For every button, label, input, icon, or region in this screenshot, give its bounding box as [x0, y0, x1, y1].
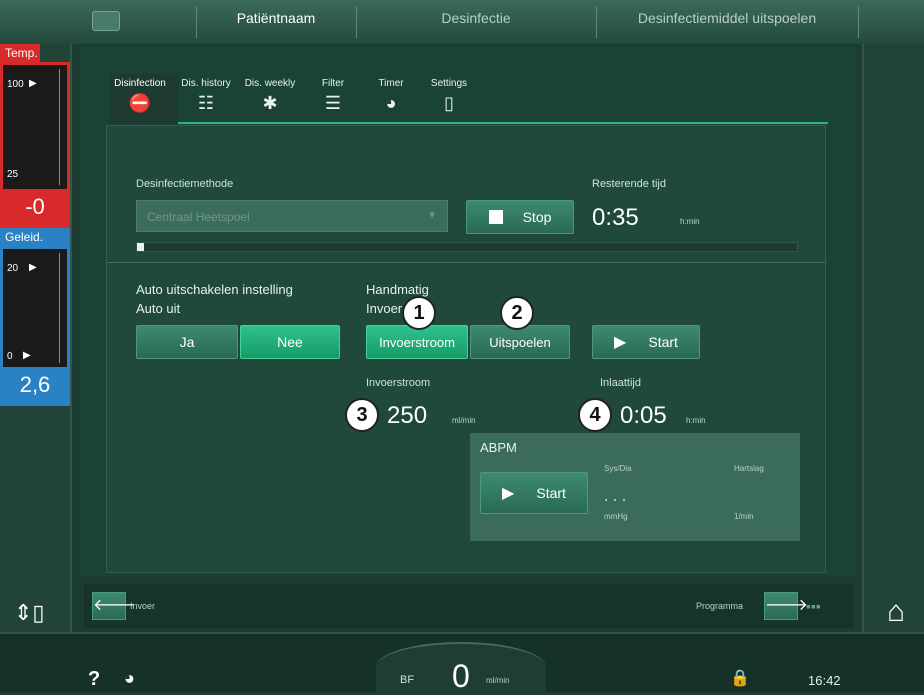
abpm-pulse-unit: 1/min [734, 512, 754, 521]
temp-max-marker-icon: ▶ [29, 78, 37, 89]
bf-unit: ml/min [486, 676, 510, 685]
home-icon[interactable]: ⌂ [870, 590, 922, 634]
remaining-time-value: 0:35 [592, 204, 639, 231]
abpm-play-icon: ▶ [502, 485, 515, 502]
bf-label: BF [400, 674, 415, 686]
auto-off-no-button[interactable]: Nee [240, 325, 340, 359]
cond-min-marker-icon: ▶ [23, 350, 31, 361]
intake-flow-label: Invoerstroom [366, 377, 431, 389]
auto-off-yes-button[interactable]: Ja [136, 325, 238, 359]
filter-icon: ☰ [324, 93, 342, 113]
callout-1: 1 [402, 296, 436, 330]
play-icon: ▶ [614, 334, 627, 351]
intake-time-value: 0:05 [620, 402, 667, 429]
callout-2: 2 [500, 296, 534, 330]
timer-clock-icon: ◕ [385, 93, 397, 113]
clock-time: 16:42 [808, 673, 841, 688]
chevron-down-icon: ▼ [427, 210, 437, 221]
abpm-start-label: Start [536, 485, 566, 501]
intake-flow-button[interactable]: Invoerstroom [366, 325, 468, 359]
tab-settings[interactable]: Settings ▯ [424, 78, 474, 114]
disinfection-icon: ⛔ [128, 93, 152, 113]
progress-fill [137, 243, 144, 251]
tab-disinfection[interactable]: Disinfection ⛔ [108, 78, 172, 114]
temperature-label: Temp. [0, 44, 40, 62]
conductivity-gauge: 20 ▶ 0 ▶ [0, 246, 70, 370]
patient-card-icon[interactable] [92, 11, 120, 31]
temp-min-label: 25 [7, 169, 19, 180]
manual-title: Handmatig [366, 282, 429, 297]
settings-icon: ▯ [444, 93, 454, 113]
history-list-icon: ☷ [197, 93, 215, 113]
cond-max-label: 20 [7, 263, 19, 274]
level-adjust-icon[interactable]: ⇕▯ [14, 600, 45, 626]
tab-filter[interactable]: Filter ☰ [310, 78, 356, 114]
intake-flow-value: 250 [387, 402, 428, 429]
abpm-sysdia-label: Sys/Dia [604, 464, 632, 473]
abpm-pulse-label: Hartslag [734, 464, 764, 473]
help-icon[interactable]: ? [88, 668, 100, 691]
abpm-bp-unit: mmHg [604, 512, 628, 521]
tab-rinse-phase[interactable]: Desinfectiemiddel uitspoelen [596, 10, 858, 26]
remaining-time-unit: h:min [680, 217, 700, 226]
callout-3: 3 [345, 398, 379, 432]
tab-dis-weekly-label: Dis. weekly [244, 78, 296, 89]
conductivity-value: 2,6 [0, 370, 70, 406]
back-label: Invoer [130, 601, 156, 611]
top-bar: Patiëntnaam Desinfectie Desinfectiemidde… [0, 0, 924, 44]
abpm-start-button[interactable]: ▶ Start [480, 472, 588, 514]
weekly-calendar-icon: ✱ [262, 93, 278, 113]
right-rail [862, 44, 924, 632]
cond-min-label: 0 [7, 351, 13, 362]
temperature-value: -0 [0, 192, 70, 228]
tab-filter-label: Filter [321, 78, 345, 89]
remaining-time-label: Resterende tijd [592, 178, 666, 190]
tab-settings-label: Settings [430, 78, 468, 89]
tab-timer[interactable]: Timer ◕ [368, 78, 414, 114]
stop-label: Stop [522, 209, 552, 225]
tab-dis-history-label: Dis. history [181, 78, 231, 89]
program-steps-icon: ▪▪▪ [806, 598, 821, 614]
rinse-button[interactable]: Uitspoelen [470, 325, 570, 359]
intake-time-label: Inlaattijd [600, 377, 641, 389]
lock-icon[interactable]: 🔒 [730, 668, 750, 688]
arrow-right-icon: 🡒 [765, 597, 808, 614]
manual-intake-label: Invoer [366, 301, 403, 316]
stop-button[interactable]: Stop [466, 200, 574, 234]
intake-time-unit: h:min [686, 416, 706, 425]
auto-off-label: Auto uit [136, 301, 181, 316]
intake-flow-unit: ml/min [452, 416, 476, 425]
auto-off-title: Auto uitschakelen instelling [136, 282, 293, 297]
method-select[interactable]: Centraal Heetspoel ▼ [136, 200, 448, 232]
cond-max-marker-icon: ▶ [29, 262, 37, 273]
manual-start-label: Start [648, 334, 678, 350]
temp-max-label: 100 [7, 79, 24, 90]
forward-label: Programma [696, 601, 744, 611]
conductivity-label: Geleid. [0, 228, 70, 246]
callout-4: 4 [578, 398, 612, 432]
abpm-value: . . . [604, 488, 627, 505]
tab-dis-history[interactable]: Dis. history ☷ [174, 78, 238, 114]
forward-button[interactable]: 🡒 [764, 592, 808, 620]
clock-icon[interactable]: ◕ [124, 668, 135, 689]
stop-icon [488, 210, 503, 224]
tab-disinfection-label: Disinfection [114, 78, 166, 89]
temperature-gauge: 100 ▶ 25 [0, 62, 70, 192]
tab-dis-weekly[interactable]: Dis. weekly ✱ [238, 78, 302, 114]
tab-timer-label: Timer [378, 78, 404, 89]
method-label: Desinfectiemethode [136, 178, 234, 190]
tab-disinfection-phase[interactable]: Desinfectie [356, 10, 596, 26]
method-select-value: Centraal Heetspoel [147, 210, 250, 224]
abpm-title: ABPM [480, 440, 517, 455]
tab-patient-name[interactable]: Patiëntnaam [196, 10, 356, 26]
manual-start-button[interactable]: ▶ Start [592, 325, 700, 359]
back-button[interactable]: 🡐 [92, 592, 136, 620]
bf-value: 0 [452, 658, 470, 694]
disinfection-progress-bar [136, 242, 798, 252]
